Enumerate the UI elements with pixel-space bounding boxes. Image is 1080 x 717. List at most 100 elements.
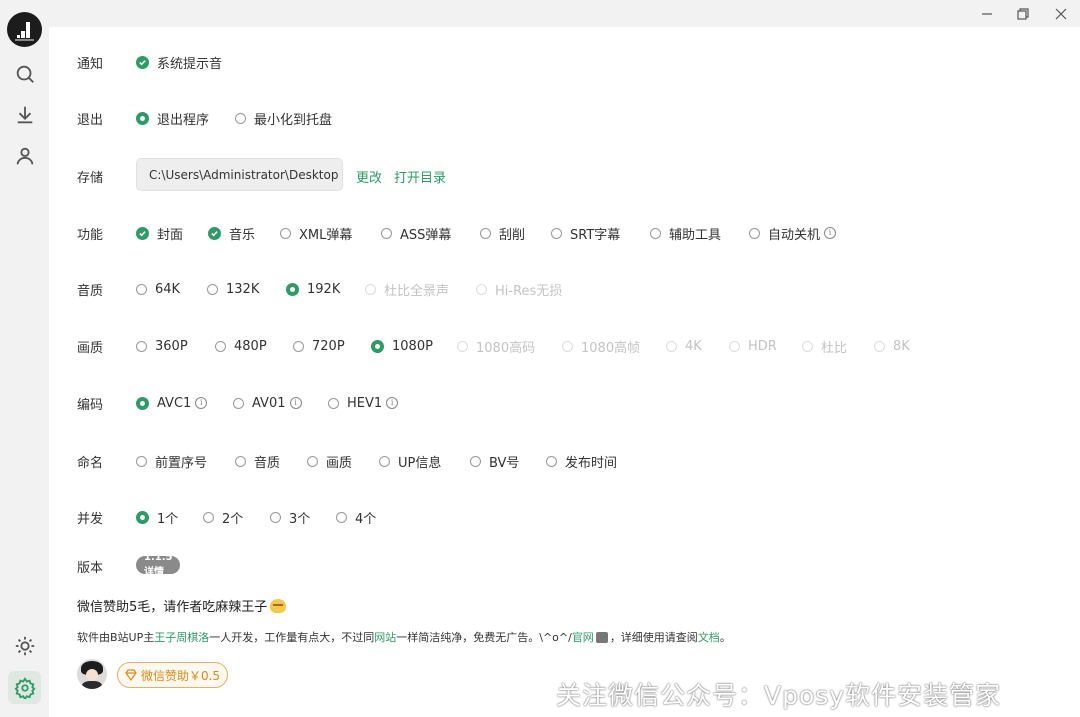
radio-exit-program[interactable]: 退出程序	[136, 109, 209, 128]
open-directory-link[interactable]: 打开目录	[394, 167, 446, 186]
option-label: 1080P	[392, 338, 433, 354]
desc-part: 软件由B站UP主	[77, 631, 155, 644]
author-avatar	[77, 659, 107, 689]
option-label: AVC1	[157, 395, 192, 411]
checkbox-system-sound[interactable]: 系统提示音	[136, 53, 222, 72]
option-label: 杜比全景声	[384, 283, 450, 299]
radio-concurrency-2[interactable]: 2个	[203, 508, 243, 527]
option-label: 音乐	[229, 227, 256, 243]
search-icon[interactable]	[12, 61, 37, 86]
sponsor-line-text: 微信赞助5毛，请作者吃麻辣王子	[77, 600, 268, 615]
radio-1080-high-bitrate: 1080高码	[457, 337, 535, 356]
radio-avc1[interactable]: AVC1 i	[136, 395, 208, 411]
option-label: 4K	[685, 338, 702, 354]
radio-720p[interactable]: 720P	[293, 339, 345, 354]
radio-av01[interactable]: AV01 i	[233, 396, 302, 411]
option-label: 2个	[222, 511, 244, 527]
info-icon[interactable]: i	[824, 227, 837, 239]
checkbox-prefix-index[interactable]: 前置序号	[136, 452, 207, 471]
radio-concurrency-3[interactable]: 3个	[270, 508, 310, 527]
option-label: 封面	[157, 227, 184, 243]
checkbox-video-quality[interactable]: 画质	[307, 452, 352, 471]
checkbox-music[interactable]: 音乐	[208, 224, 255, 243]
radio-hev1[interactable]: HEV1 i	[328, 396, 399, 411]
option-label: UP信息	[398, 455, 442, 471]
option-label: AV01	[252, 395, 286, 411]
option-label: 4个	[355, 511, 377, 527]
checkbox-up-info[interactable]: UP信息	[379, 452, 441, 471]
option-label: 前置序号	[155, 455, 208, 471]
row-label: 版本	[77, 560, 104, 576]
sidebar	[0, 0, 49, 717]
checkbox-auto-shutdown[interactable]: 自动关机 i	[749, 224, 837, 243]
download-icon[interactable]	[12, 102, 37, 127]
minimize-button[interactable]	[977, 4, 997, 24]
radio-1080p[interactable]: 1080P	[371, 339, 433, 354]
checkbox-helper-tools[interactable]: 辅助工具	[650, 224, 721, 243]
radio-concurrency-4[interactable]: 4个	[336, 508, 376, 527]
version-badge[interactable]: 1.1.5 详情	[136, 552, 181, 578]
storage-path-field[interactable]: C:\Users\Administrator\Desktop	[136, 158, 343, 191]
diamond-icon	[125, 669, 137, 681]
checkbox-srt-subtitle[interactable]: SRT字幕	[551, 224, 620, 243]
desc-part: 一样简洁纯净，免费无广告。\^o^/	[396, 631, 572, 644]
row-label: 画质	[77, 340, 104, 356]
watermark-text: 关注微信公众号：Vposy软件安装管家	[556, 681, 1002, 710]
radio-480p[interactable]: 480P	[215, 339, 267, 354]
theme-sun-icon[interactable]	[12, 633, 37, 658]
official-site-link[interactable]: 官网	[572, 629, 594, 645]
checkbox-cover[interactable]: 封面	[136, 224, 183, 243]
external-link-icon	[595, 631, 608, 643]
option-label: 杜比	[821, 340, 848, 356]
row-label: 音质	[77, 283, 104, 299]
change-path-link[interactable]: 更改	[356, 167, 382, 186]
option-label: 退出程序	[157, 112, 210, 128]
radio-8k: 8K	[874, 339, 910, 354]
info-icon[interactable]: i	[386, 397, 399, 409]
option-label: 自动关机	[768, 227, 821, 243]
radio-minimize-tray[interactable]: 最小化到托盘	[235, 109, 332, 128]
close-button[interactable]	[1051, 4, 1071, 24]
radio-hi-res: Hi-Res无损	[476, 280, 562, 299]
radio-132k[interactable]: 132K	[207, 282, 259, 297]
radio-64k[interactable]: 64K	[136, 282, 180, 297]
checkbox-publish-time[interactable]: 发布时间	[546, 452, 617, 471]
donate-label: 微信赞助￥0.5	[140, 668, 221, 683]
checkbox-bv-id[interactable]: BV号	[470, 452, 519, 471]
checkbox-audio-quality[interactable]: 音质	[235, 452, 280, 471]
row-label: 功能	[77, 227, 104, 243]
row-label: 编码	[77, 397, 104, 413]
desc-part: 。	[719, 631, 731, 644]
radio-dolby-atmos: 杜比全景声	[365, 280, 449, 299]
radio-360p[interactable]: 360P	[136, 339, 188, 354]
docs-link[interactable]: 文档	[698, 629, 720, 645]
site-link[interactable]: 网站	[374, 629, 396, 645]
desc-part: ，详细使用请查阅	[609, 631, 698, 644]
user-icon[interactable]	[12, 143, 37, 168]
option-label: 画质	[326, 455, 353, 471]
checkbox-ass-danmaku[interactable]: ASS弹幕	[381, 224, 451, 243]
radio-dolby-vision: 杜比	[802, 337, 847, 356]
restore-button[interactable]	[1013, 4, 1033, 24]
radio-concurrency-1[interactable]: 1个	[136, 508, 178, 527]
option-label: HDR	[748, 338, 777, 354]
desc-part: 一人开发，工作量有点大，不过同	[209, 631, 375, 644]
author-link[interactable]: 王子周棋洛	[154, 629, 209, 645]
app-logo[interactable]	[7, 12, 42, 47]
option-label: 132K	[226, 281, 260, 297]
settings-gear-icon[interactable]	[8, 671, 41, 704]
radio-hdr: HDR	[729, 339, 777, 354]
wechat-donate-button[interactable]: 微信赞助￥0.5	[117, 662, 228, 688]
info-icon[interactable]: i	[289, 397, 302, 409]
option-label: 8K	[893, 338, 910, 354]
option-label: 480P	[234, 338, 267, 354]
checkbox-xml-danmaku[interactable]: XML弹幕	[280, 224, 352, 243]
option-label: 系统提示音	[157, 56, 223, 72]
radio-192k[interactable]: 192K	[286, 282, 340, 297]
option-label: 720P	[312, 338, 345, 354]
option-label: ASS弹幕	[400, 227, 452, 243]
radio-4k: 4K	[666, 339, 702, 354]
option-label: 1080高码	[476, 340, 536, 356]
info-icon[interactable]: i	[195, 397, 208, 409]
checkbox-scrape[interactable]: 刮削	[480, 224, 525, 243]
